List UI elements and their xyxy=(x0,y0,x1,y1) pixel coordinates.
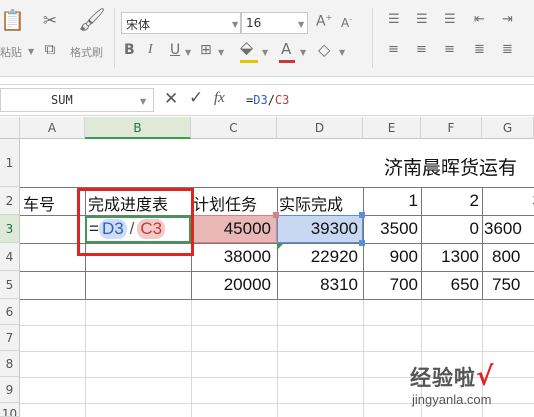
increase-font-icon[interactable]: A+ xyxy=(316,14,332,29)
cell-g5[interactable]: 750 xyxy=(492,275,520,295)
table-border xyxy=(20,299,534,300)
cell-e2[interactable]: 1 xyxy=(363,191,418,211)
font-color-dropdown-icon[interactable]: ▼ xyxy=(300,48,306,57)
row-header-9[interactable]: 9 xyxy=(0,377,20,403)
enter-icon[interactable]: ✓ xyxy=(189,90,203,107)
font-name-select[interactable]: 宋体 xyxy=(121,12,241,34)
clear-format-dropdown-icon[interactable]: ▼ xyxy=(339,48,345,57)
formula-bar: SUM ▼ ✕ ✓ fx =D3/C3 xyxy=(0,84,534,116)
copy-icon[interactable]: ⧉ xyxy=(42,42,58,57)
font-name-dropdown-icon[interactable]: ▼ xyxy=(232,20,238,29)
sheet-title: 济南晨晖货运有 xyxy=(384,157,518,179)
cell-c3[interactable]: 45000 xyxy=(191,219,271,239)
row-header-6[interactable]: 6 xyxy=(0,299,20,325)
column-header-g[interactable]: G xyxy=(482,117,534,139)
cell-f3[interactable]: 0 xyxy=(421,219,479,239)
align-center-icon[interactable]: ≡ xyxy=(416,43,427,56)
cell-d5[interactable]: 8310 xyxy=(277,275,358,295)
format-painter-icon[interactable]: 🖌 xyxy=(78,10,106,32)
font-size-dropdown-icon[interactable]: ▼ xyxy=(298,20,304,29)
paste-icon[interactable]: 📋 xyxy=(0,10,25,34)
cell-g4[interactable]: 800 xyxy=(492,247,520,267)
cell-f2[interactable]: 2 xyxy=(421,191,479,211)
cut-icon[interactable]: ✂ xyxy=(42,13,58,30)
row-header-7[interactable]: 7 xyxy=(0,325,20,351)
italic-icon[interactable]: I xyxy=(148,43,153,57)
borders-icon[interactable]: ⊞ xyxy=(200,43,212,57)
cancel-icon[interactable]: ✕ xyxy=(164,91,178,108)
ribbon-toolbar: 📋 粘贴 ▼ ✂ ⧉ 🖌 格式刷 宋体 ▼ 16 ▼ A+ A- B I U ▼… xyxy=(0,0,534,77)
annotation-highlight-box xyxy=(77,188,194,256)
watermark-text: 经验啦√ xyxy=(410,362,495,392)
cell-d3[interactable]: 39300 xyxy=(277,219,358,239)
font-color-swatch xyxy=(279,60,295,63)
row-header-8[interactable]: 8 xyxy=(0,351,20,377)
fill-color-dropdown-icon[interactable]: ▼ xyxy=(262,48,268,57)
align-bottom-icon[interactable]: ☰ xyxy=(444,13,456,26)
ribbon-divider xyxy=(114,8,115,68)
range-handle[interactable] xyxy=(359,240,365,246)
watermark-check: √ xyxy=(476,362,495,392)
error-indicator-icon[interactable] xyxy=(277,244,283,250)
column-header-d[interactable]: D xyxy=(277,117,363,139)
underline-icon[interactable]: U xyxy=(170,43,180,57)
format-painter-label[interactable]: 格式刷 xyxy=(70,44,103,60)
row-header-2[interactable]: 2 xyxy=(0,187,20,215)
column-header-c[interactable]: C xyxy=(191,117,277,139)
decrease-font-icon[interactable]: A- xyxy=(341,16,352,30)
row-header-5[interactable]: 5 xyxy=(0,271,20,299)
select-all-corner[interactable] xyxy=(0,117,20,139)
align-left-icon[interactable]: ≡ xyxy=(388,43,399,56)
watermark-url: jingyanla.com xyxy=(412,392,492,407)
column-header-a[interactable]: A xyxy=(20,117,85,139)
distributed-icon[interactable]: ≣ xyxy=(502,43,513,56)
formula-input[interactable]: =D3/C3 xyxy=(246,93,289,107)
cell-c4[interactable]: 38000 xyxy=(191,247,271,267)
grid-line xyxy=(20,351,534,352)
formula-ref-d3: D3 xyxy=(253,93,268,107)
indent-decrease-icon[interactable]: ⇤ xyxy=(474,13,485,26)
cell-c5[interactable]: 20000 xyxy=(191,275,271,295)
borders-dropdown-icon[interactable]: ▼ xyxy=(218,48,224,57)
bold-icon[interactable]: B xyxy=(124,43,135,57)
column-header-b[interactable]: B xyxy=(85,117,191,139)
underline-dropdown-icon[interactable]: ▼ xyxy=(185,48,191,57)
cell-e4[interactable]: 900 xyxy=(363,247,418,267)
insert-function-icon[interactable]: fx xyxy=(214,91,225,106)
cell-c2[interactable]: 计划任务 xyxy=(193,191,277,215)
grid-line xyxy=(20,325,534,326)
font-color-icon[interactable]: A xyxy=(279,42,295,63)
align-top-icon[interactable]: ☰ xyxy=(388,13,400,26)
align-middle-icon[interactable]: ☰ xyxy=(416,13,428,26)
cell-g2[interactable]: 3 xyxy=(482,191,534,211)
cell-f4[interactable]: 1300 xyxy=(421,247,479,267)
watermark-logo: 经验啦√ jingyanla.com xyxy=(408,362,534,417)
name-box-dropdown-icon[interactable]: ▼ xyxy=(140,97,146,106)
cell-e5[interactable]: 700 xyxy=(363,275,418,295)
cell-d4[interactable]: 22920 xyxy=(277,247,358,267)
formula-ref-c3: C3 xyxy=(274,93,290,107)
column-header-e[interactable]: E xyxy=(363,117,421,139)
indent-increase-icon[interactable]: ⇥ xyxy=(502,13,513,26)
row-header-4[interactable]: 4 xyxy=(0,243,20,271)
name-box[interactable]: SUM xyxy=(0,88,154,112)
paste-button-label[interactable]: 粘贴 xyxy=(0,44,22,60)
fill-color-icon[interactable]: ⬙ xyxy=(240,40,258,63)
paste-dropdown-icon[interactable]: ▼ xyxy=(28,47,34,56)
clear-format-icon[interactable]: ◇ xyxy=(318,42,330,58)
ribbon-divider xyxy=(372,8,373,68)
formula-separator: / xyxy=(267,93,275,107)
align-right-icon[interactable]: ≡ xyxy=(444,43,455,56)
row-header-3[interactable]: 3 xyxy=(0,215,20,243)
cell-f5[interactable]: 650 xyxy=(421,275,479,295)
cell-d2[interactable]: 实际完成 xyxy=(279,191,363,215)
cell-e3[interactable]: 3500 xyxy=(363,219,418,239)
cell-g3[interactable]: 3600 xyxy=(484,219,522,239)
row-header-1[interactable]: 1 xyxy=(0,139,20,187)
row-header-10[interactable]: 10 xyxy=(0,403,20,417)
justify-icon[interactable]: ≣ xyxy=(474,43,485,56)
column-header-f[interactable]: F xyxy=(421,117,482,139)
cell-a2[interactable]: 车号 xyxy=(23,191,55,215)
